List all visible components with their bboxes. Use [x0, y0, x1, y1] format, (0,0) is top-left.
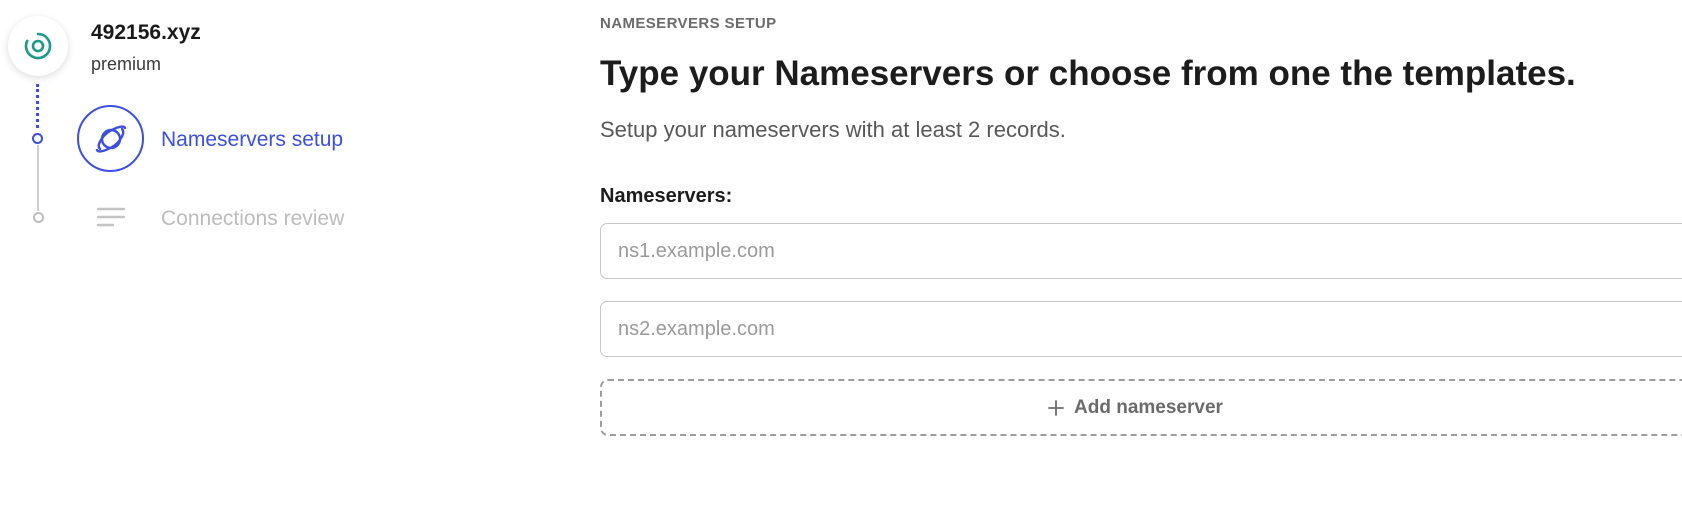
step-node-inactive	[33, 212, 44, 223]
nameserver-1-input[interactable]	[600, 223, 1682, 279]
lines-icon	[96, 207, 126, 227]
step-nameservers-icon-wrap[interactable]	[77, 105, 144, 172]
planet-icon	[95, 124, 126, 153]
nameservers-label: Nameservers:	[600, 185, 733, 207]
step-nameservers-setup[interactable]: Nameservers setup	[161, 127, 343, 153]
page-title: Type your Nameservers or choose from one…	[600, 54, 1576, 93]
step-connections-review: Connections review	[161, 207, 345, 230]
add-nameserver-label: Add nameserver	[1074, 396, 1223, 418]
stepper-connector-line	[37, 145, 39, 211]
stepper-progress-line	[36, 84, 39, 128]
nameservers-form: NAMESERVERS SETUP Type your Nameservers …	[600, 0, 1682, 505]
domain-plan: premium	[91, 54, 162, 74]
domain-badge	[8, 16, 68, 76]
step-node-active	[32, 133, 43, 144]
target-icon	[24, 32, 52, 60]
plus-icon	[1048, 399, 1064, 416]
domain-name: 492156.xyz	[91, 21, 201, 44]
page-subtitle: Setup your nameservers with at least 2 r…	[600, 117, 1066, 142]
section-kicker: NAMESERVERS SETUP	[600, 15, 777, 32]
setup-stepper: 492156.xyz premium Nameservers setup Con…	[0, 0, 560, 505]
nameserver-2-input[interactable]	[600, 301, 1682, 357]
add-nameserver-button[interactable]: Add nameserver	[600, 379, 1682, 436]
add-nameserver-content: Add nameserver	[1048, 381, 1223, 434]
